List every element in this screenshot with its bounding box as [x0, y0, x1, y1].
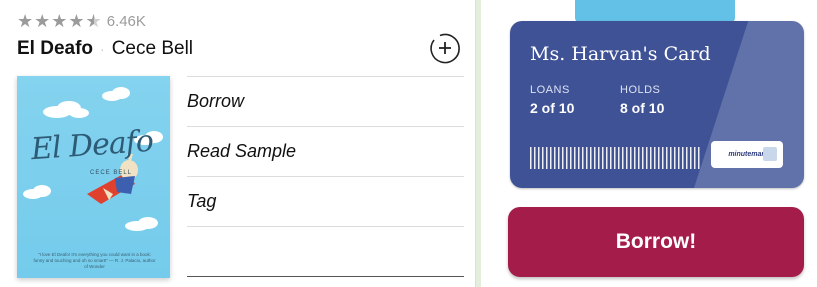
add-button[interactable]: [428, 31, 462, 65]
half-star-icon: ★ ★: [85, 11, 102, 31]
library-logo-icon: [763, 147, 777, 161]
card-owner-name: Ms. Harvan's Card: [530, 43, 711, 65]
menu-item-tag[interactable]: Tag: [187, 176, 464, 226]
star-icon: ★: [51, 11, 68, 31]
library-card[interactable]: Ms. Harvan's Card LOANS 2 of 10 HOLDS 8 …: [510, 21, 804, 188]
menu-divider: [187, 276, 464, 277]
plus-circle-icon: [430, 33, 460, 64]
rating: ★ ★ ★ ★ ★ ★ 6.46K: [17, 11, 146, 32]
title-line: El Deafo · Cece Bell: [17, 38, 193, 60]
loans-value: 2 of 10: [530, 100, 575, 116]
holds-stat: HOLDS 8 of 10: [620, 84, 664, 116]
action-menu: Borrow Read Sample Tag: [187, 76, 464, 276]
borrow-button[interactable]: Borrow!: [508, 207, 804, 277]
menu-item-borrow[interactable]: Borrow: [187, 76, 464, 126]
loans-label: LOANS: [530, 84, 570, 96]
star-icon: ★: [34, 11, 51, 31]
card-tab: [575, 0, 735, 22]
book-author[interactable]: Cece Bell: [112, 38, 193, 60]
cover-author: CECE BELL: [90, 170, 133, 176]
library-logo-text: minuteman: [728, 151, 766, 158]
holds-label: HOLDS: [620, 84, 661, 96]
barcode: [530, 147, 700, 169]
loans-stat: LOANS 2 of 10: [530, 84, 574, 116]
rating-count: 6.46K: [106, 13, 146, 30]
star-rating: ★ ★ ★ ★ ★ ★: [17, 11, 102, 32]
title-separator: ·: [100, 41, 105, 57]
library-logo: minuteman: [711, 141, 783, 168]
star-icon: ★: [17, 11, 34, 31]
cover-quote: "I love El Deafo! It's everything you co…: [33, 252, 156, 269]
holds-value: 8 of 10: [620, 100, 665, 116]
menu-item-read-sample[interactable]: Read Sample: [187, 126, 464, 176]
cover-artwork: [23, 87, 163, 231]
book-title[interactable]: El Deafo: [17, 38, 93, 60]
menu-spacer: [187, 226, 464, 276]
star-icon: ★: [68, 11, 85, 31]
book-cover[interactable]: El Deafo CECE BELL "I love El Deafo! It'…: [17, 76, 170, 278]
